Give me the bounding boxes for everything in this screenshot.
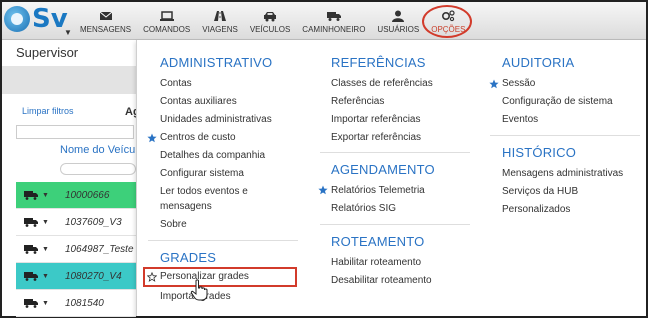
menu-item-unidades-administrativas[interactable]: Unidades administrativas: [160, 114, 272, 125]
nav-label: COMANDOS: [143, 25, 191, 34]
favorite-star-icon[interactable]: [489, 79, 499, 89]
car-icon: [263, 10, 277, 21]
user-icon: [391, 10, 405, 22]
section-title-agendamento: AGENDAMENTO: [331, 162, 435, 177]
page-title: Supervisor: [16, 45, 79, 60]
truck-icon: [24, 217, 38, 227]
menu-item-servicos-da-hub[interactable]: Serviços da HUB: [502, 186, 578, 197]
menu-item-configuracao-de-sistema[interactable]: Configuração de sistema: [502, 96, 613, 107]
highlight-ring: [422, 5, 472, 38]
truck-icon: [24, 298, 38, 308]
table-row[interactable]: ▼ 1064987_Teste: [16, 236, 136, 263]
nav-item-mensagens[interactable]: MENSAGENS: [74, 2, 137, 38]
favorite-star-icon[interactable]: [147, 133, 157, 143]
menu-item-sobre[interactable]: Sobre: [160, 219, 187, 230]
nav-item-comandos[interactable]: COMANDOS: [137, 2, 196, 38]
section-title-administrativo: ADMINISTRATIVO: [160, 55, 273, 70]
menu-item-exportar-referencias[interactable]: Exportar referências: [331, 132, 421, 143]
logo-text: Sv: [32, 4, 68, 34]
favorite-star-icon[interactable]: [318, 185, 328, 195]
truck-icon: [24, 190, 38, 200]
laptop-icon: [159, 10, 174, 21]
truck-icon: [24, 244, 38, 254]
nav-label: MENSAGENS: [80, 25, 132, 34]
menu-item-sessao[interactable]: Sessão: [502, 78, 535, 89]
menu-separator: [490, 135, 640, 136]
table-row[interactable]: ▼ 1037609_V3: [16, 209, 136, 236]
truck-icon: [24, 271, 38, 281]
nav-item-veiculos[interactable]: VEÍCULOS: [244, 2, 296, 38]
envelope-icon: [99, 10, 113, 21]
row-dropdown-icon[interactable]: ▼: [42, 192, 49, 199]
section-title-historico: HISTÓRICO: [502, 145, 577, 160]
menu-item-relatorios-sig[interactable]: Relatórios SIG: [331, 203, 396, 214]
vehicle-name: 1080270_V4: [64, 270, 122, 282]
road-icon: [213, 10, 227, 21]
filter-input[interactable]: [16, 125, 134, 139]
nav-label: CAMINHONEIRO: [302, 25, 366, 34]
menu-item-centros-de-custo[interactable]: Centros de custo: [160, 132, 236, 143]
row-dropdown-icon[interactable]: ▼: [42, 219, 49, 226]
table-row[interactable]: ▼ 10000666: [16, 182, 136, 209]
menu-item-contas-auxiliares[interactable]: Contas auxiliares: [160, 96, 237, 107]
menu-separator: [148, 240, 298, 241]
vehicle-table: ▼ 10000666 ▼ 1037609_V3 ▼ 1064987_Teste …: [16, 182, 136, 317]
menu-item-mensagens-administrativas[interactable]: Mensagens administrativas: [502, 168, 623, 179]
menu-item-personalizados[interactable]: Personalizados: [502, 204, 570, 215]
menu-item-detalhes-da-companhia[interactable]: Detalhes da companhia: [160, 150, 265, 161]
logo-caret-icon: ▼: [64, 28, 72, 37]
main-nav: MENSAGENS COMANDOS VIAGENS VEÍCULOS CAMI…: [74, 2, 471, 40]
nav-item-viagens[interactable]: VIAGENS: [196, 2, 244, 38]
menu-item-habilitar-roteamento[interactable]: Habilitar roteamento: [331, 257, 421, 268]
nav-item-usuarios[interactable]: USUÁRIOS: [371, 2, 425, 38]
menu-item-classes-de-referencias[interactable]: Classes de referências: [331, 78, 433, 89]
menu-separator: [320, 152, 470, 153]
menu-item-ler-todos-eventos[interactable]: Ler todos eventos e: [160, 186, 248, 197]
table-row[interactable]: ▼ 1081540: [16, 290, 136, 317]
nav-label: VEÍCULOS: [249, 25, 291, 34]
menu-item-relatorios-telemetria[interactable]: Relatórios Telemetria: [331, 185, 425, 196]
vehicle-name: 10000666: [64, 189, 110, 201]
vehicle-name: 1037609_V3: [64, 216, 122, 228]
clear-filters-link[interactable]: Limpar filtros: [22, 106, 74, 116]
menu-item-desabilitar-roteamento[interactable]: Desabilitar roteamento: [331, 275, 432, 286]
row-dropdown-icon[interactable]: ▼: [42, 246, 49, 253]
column-header-vehicle-name[interactable]: Nome do Veículo: [60, 144, 144, 156]
hand-cursor-icon: [190, 279, 208, 301]
vehicle-name-filter-input[interactable]: [60, 163, 136, 175]
row-dropdown-icon[interactable]: ▼: [42, 300, 49, 307]
row-dropdown-icon[interactable]: ▼: [42, 273, 49, 280]
menu-separator: [320, 224, 470, 225]
section-title-referencias: REFERÊNCIAS: [331, 55, 426, 70]
menu-item-eventos[interactable]: Eventos: [502, 114, 538, 125]
menu-item-ler-todos-eventos-line2[interactable]: mensagens: [160, 201, 212, 212]
section-title-auditoria: AUDITORIA: [502, 55, 575, 70]
toolbar-band: [2, 66, 136, 94]
nav-label: USUÁRIOS: [377, 25, 420, 34]
app-logo[interactable]: Sv ▼: [4, 4, 72, 38]
logo-circle-icon: [4, 6, 30, 32]
vehicle-name: 1064987_Teste: [64, 243, 134, 255]
nav-label: VIAGENS: [202, 25, 238, 34]
table-row[interactable]: ▼ 1080270_V4: [16, 263, 136, 290]
menu-item-configurar-sistema[interactable]: Configurar sistema: [160, 168, 244, 179]
section-title-roteamento: ROTEAMENTO: [331, 234, 425, 249]
menu-item-contas[interactable]: Contas: [160, 78, 192, 89]
top-nav-bar: Sv ▼ MENSAGENS COMANDOS VIAGENS VEÍCULOS…: [2, 2, 646, 40]
section-title-grades: GRADES: [160, 250, 217, 265]
menu-item-referencias[interactable]: Referências: [331, 96, 384, 107]
truck-icon: [326, 10, 341, 21]
menu-item-importar-referencias[interactable]: Importar referências: [331, 114, 420, 125]
vehicle-name: 1081540: [64, 297, 104, 309]
nav-item-caminhoneiro[interactable]: CAMINHONEIRO: [296, 2, 371, 38]
highlight-box: [143, 267, 297, 287]
